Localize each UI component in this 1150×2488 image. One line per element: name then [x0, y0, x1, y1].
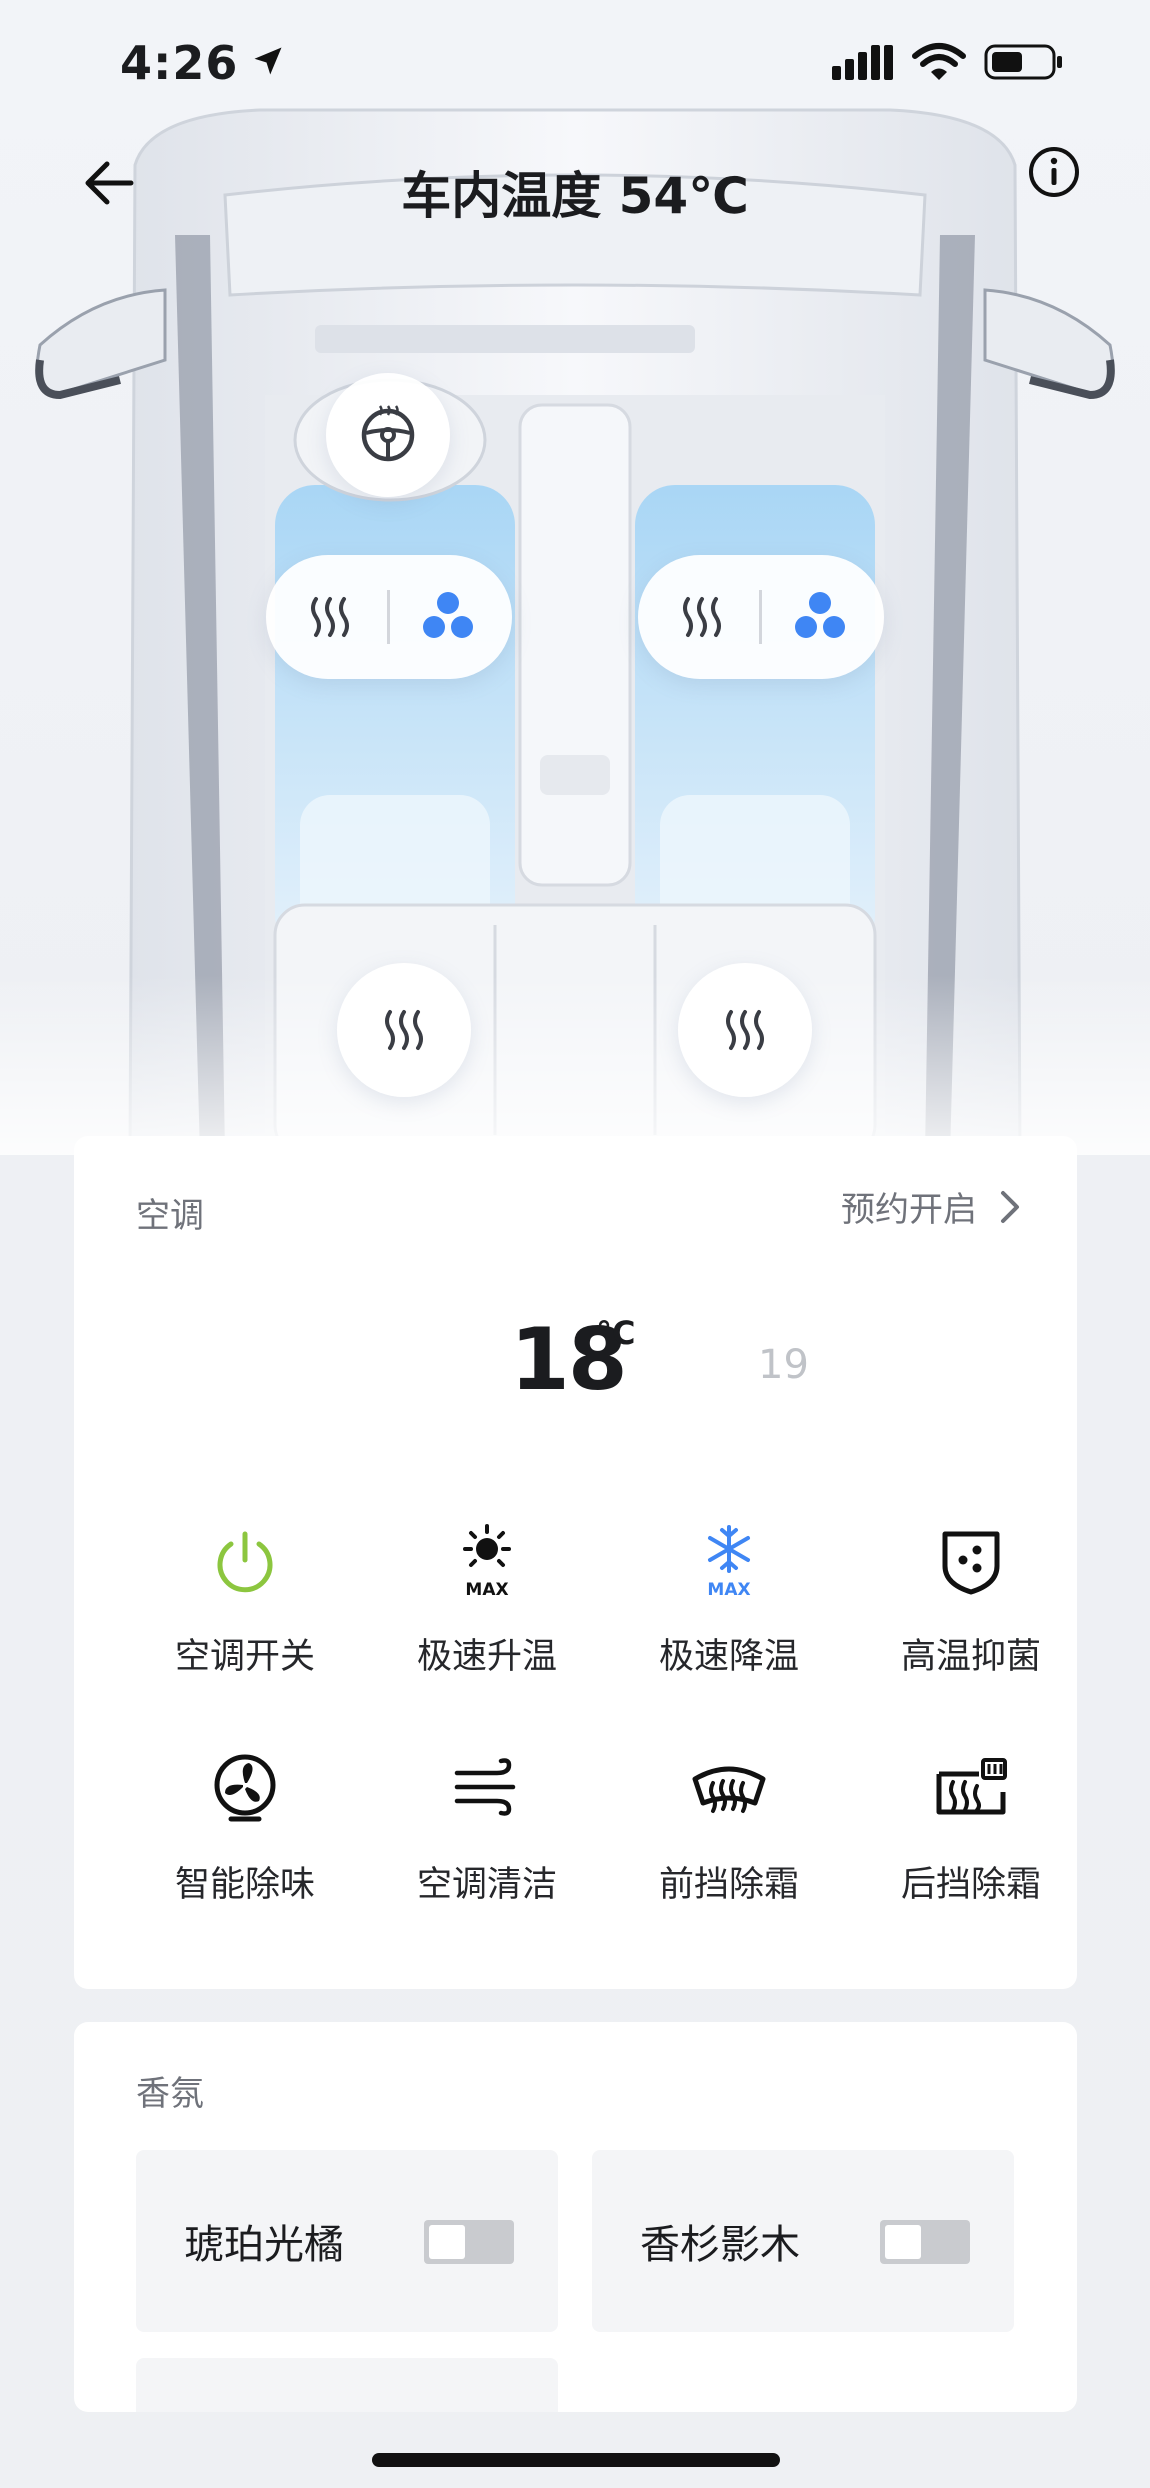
- ac-control-label: 智能除味: [174, 1865, 315, 1905]
- ac-control-label: 空调开关: [174, 1637, 315, 1677]
- rear-defrost-button[interactable]: 后挡除霜: [850, 1744, 1092, 1907]
- rear-right-seat-heat-button[interactable]: [678, 963, 812, 1097]
- schedule-start-label: 预约开启: [841, 1190, 977, 1230]
- seat-heat-icon: [683, 597, 722, 637]
- high-temp-sterilize-button[interactable]: 高温抑菌: [850, 1516, 1092, 1679]
- seat-heat-icon: [726, 1010, 764, 1050]
- fan-icon: [200, 1744, 290, 1834]
- rear-left-seat-heat-button[interactable]: [337, 963, 471, 1097]
- driver-seat-ventilation-button[interactable]: [413, 582, 483, 652]
- toggle-knob: [885, 2225, 921, 2259]
- fragrance-toggle[interactable]: [424, 2220, 514, 2264]
- ac-control-label: 极速升温: [416, 1637, 557, 1677]
- wifi-icon: [912, 42, 966, 86]
- ac-control-label: 后挡除霜: [900, 1865, 1041, 1905]
- schedule-start-link[interactable]: 预约开启: [841, 1182, 1021, 1231]
- battery-icon: [984, 42, 1064, 86]
- power-icon: [200, 1516, 290, 1606]
- status-time: 4:26: [120, 36, 286, 90]
- cellular-signal-icon: [832, 42, 894, 86]
- fragrance-card: 香氛 琥珀光橘 香杉影木: [74, 2022, 1077, 2412]
- fragrance-item-partial: [136, 2358, 558, 2412]
- fan-blue-icon: [794, 592, 845, 638]
- snowflake-max-icon: MAX: [684, 1516, 774, 1606]
- max-badge-text: MAX: [465, 1580, 508, 1600]
- sun-max-icon: MAX: [442, 1516, 532, 1606]
- shield-dots-icon: [926, 1516, 1016, 1606]
- ac-section-label: 空调: [136, 1196, 204, 1236]
- ac-control-label: 前挡除霜: [658, 1865, 799, 1905]
- temperature-unit: °C: [596, 1314, 636, 1352]
- location-arrow-icon: [250, 36, 286, 90]
- status-time-text: 4:26: [120, 36, 239, 90]
- chevron-right-icon: [1001, 1190, 1019, 1223]
- rapid-heat-button[interactable]: MAX 极速升温: [366, 1516, 608, 1679]
- ac-control-label: 空调清洁: [416, 1865, 557, 1905]
- divider: [759, 590, 763, 644]
- next-temperature-option[interactable]: 19: [758, 1342, 809, 1388]
- home-indicator[interactable]: [372, 2453, 780, 2467]
- divider: [387, 590, 391, 644]
- ac-power-button[interactable]: 空调开关: [124, 1516, 366, 1679]
- seat-heat-icon: [311, 597, 350, 637]
- front-defrost-icon: [684, 1744, 774, 1834]
- toggle-knob: [429, 2225, 465, 2259]
- driver-seat-heat-button[interactable]: [295, 582, 365, 652]
- fragrance-item-label: 琥珀光橘: [184, 2222, 344, 2268]
- front-defrost-button[interactable]: 前挡除霜: [608, 1744, 850, 1907]
- air-conditioning-card: 空调 预约开启 18 °C 19 空调开关 MAX 极速升温 MAX 极速降温 …: [74, 1136, 1077, 1989]
- ac-control-label: 高温抑菌: [900, 1637, 1041, 1677]
- passenger-seat-ventilation-button[interactable]: [785, 582, 855, 652]
- ac-control-label: 极速降温: [658, 1637, 799, 1677]
- max-badge-text: MAX: [707, 1580, 750, 1600]
- fragrance-section-label: 香氛: [136, 2074, 204, 2114]
- smart-deodorize-button[interactable]: 智能除味: [124, 1744, 366, 1907]
- status-indicators: [832, 42, 1064, 86]
- seat-heat-icon: [385, 1010, 423, 1050]
- passenger-seat-heat-button[interactable]: [667, 582, 737, 652]
- driver-seat-control: [266, 555, 512, 679]
- car-top-view: [0, 108, 1150, 1155]
- passenger-seat-control: [638, 555, 884, 679]
- rear-defrost-icon: [926, 1744, 1016, 1834]
- wind-icon: [442, 1744, 532, 1834]
- rapid-cool-button[interactable]: MAX 极速降温: [608, 1516, 850, 1679]
- fragrance-item: 琥珀光橘: [136, 2150, 558, 2332]
- fragrance-toggle[interactable]: [880, 2220, 970, 2264]
- car-illustration: [0, 95, 1150, 1155]
- ac-cleaning-button[interactable]: 空调清洁: [366, 1744, 608, 1907]
- fragrance-item-label: 香杉影木: [640, 2222, 800, 2268]
- fan-blue-icon: [422, 592, 473, 638]
- steering-wheel-icon: [361, 405, 415, 462]
- steering-wheel-heat-button[interactable]: [326, 373, 450, 497]
- page-title: 车内温度 54℃: [401, 167, 749, 225]
- fragrance-item: 香杉影木: [592, 2150, 1014, 2332]
